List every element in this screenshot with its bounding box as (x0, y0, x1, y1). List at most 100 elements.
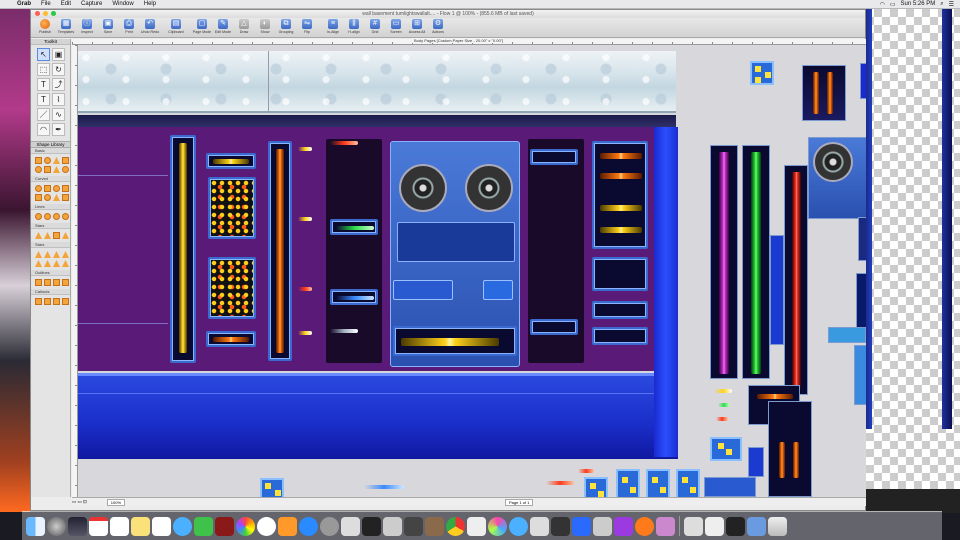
yellow-chip-sprite[interactable] (616, 469, 640, 497)
square-shape-icon[interactable] (35, 194, 42, 201)
panel-sprite[interactable] (858, 217, 866, 261)
inspect-button[interactable]: ⓘ Inspect (77, 19, 97, 37)
star-shape-icon[interactable] (62, 232, 69, 239)
drawing-canvas[interactable] (78, 45, 866, 497)
dictionary-icon[interactable] (593, 516, 612, 536)
orange-tube-sprite[interactable] (768, 401, 812, 497)
menu-app-name[interactable]: Grab (12, 1, 36, 7)
yellow-chip-sprite[interactable] (710, 437, 742, 461)
itunes-icon[interactable] (257, 516, 276, 536)
preview2-icon[interactable] (705, 516, 724, 536)
menu-file[interactable]: File (36, 1, 56, 7)
yellow-chip-sprite[interactable] (260, 478, 284, 497)
circle-shape-icon[interactable] (44, 157, 51, 164)
yellow-chip-sprite[interactable] (646, 469, 670, 497)
undo-redo-button[interactable]: ↶ Undo Redo (140, 19, 160, 37)
star-shape-icon[interactable] (44, 260, 51, 267)
circle-shape-icon[interactable] (62, 166, 69, 173)
bezier-tool-icon[interactable]: ∿ (52, 108, 65, 121)
publish-button[interactable]: Publish (35, 19, 55, 37)
safari-icon[interactable] (509, 516, 528, 536)
triangle-shape-icon[interactable] (53, 166, 60, 173)
star-shape-icon[interactable] (62, 260, 69, 267)
red-light-sprite[interactable] (784, 165, 808, 395)
text-tool-icon[interactable]: T (37, 78, 50, 91)
zoom-window-icon[interactable] (51, 11, 56, 16)
path-tool-icon[interactable]: ⌇ (52, 93, 65, 106)
star-shape-icon[interactable] (44, 251, 51, 258)
clipboard-button[interactable]: ▤ Clipboard (166, 19, 186, 37)
image-capture-icon[interactable] (425, 516, 444, 536)
page-indicator[interactable]: Page 1 of 1 (505, 498, 534, 506)
menu-edit[interactable]: Edit (56, 1, 76, 7)
line-tool-icon[interactable]: ／ (37, 108, 50, 121)
triangle-shape-icon[interactable] (53, 157, 60, 164)
star-shape-icon[interactable] (35, 232, 42, 239)
print-button[interactable]: ⎙ Print (119, 19, 139, 37)
yellow-chip-sprite[interactable] (584, 477, 608, 497)
messages-icon[interactable] (173, 516, 192, 536)
close-window-icon[interactable] (35, 11, 40, 16)
blender-icon[interactable] (635, 516, 654, 536)
square-shape-icon[interactable] (62, 185, 69, 192)
stamp-tool-icon[interactable]: ▣ (52, 48, 65, 61)
affinity-icon[interactable] (614, 516, 633, 536)
square-shape-icon[interactable] (35, 157, 42, 164)
templates-button[interactable]: ▦ Templates (56, 19, 76, 37)
panel-sprite[interactable] (856, 273, 866, 333)
mission-control-icon[interactable] (68, 516, 87, 536)
stickies-icon[interactable] (131, 516, 150, 536)
arc-tool-icon[interactable]: ◠ (37, 123, 50, 136)
menu-help[interactable]: Help (139, 1, 161, 7)
callout-shape-icon[interactable] (53, 298, 60, 305)
star-shape-icon[interactable] (35, 251, 42, 258)
view-mode-icon[interactable]: ▭ ▭ ⊡ (72, 499, 87, 505)
grouping-button[interactable]: ⧉ Grouping (276, 19, 296, 37)
draw-button[interactable]: △ Draw (234, 19, 254, 37)
panel-sprite[interactable] (748, 447, 764, 477)
access-all-button[interactable]: ⊞ Access All (407, 19, 427, 37)
yellow-chip-sprite[interactable] (676, 469, 700, 497)
square-shape-icon[interactable] (44, 166, 51, 173)
outline-shape-icon[interactable] (35, 279, 42, 286)
meter-sprite[interactable] (828, 327, 866, 343)
in-align-button[interactable]: ≡ In-Align (323, 19, 343, 37)
hue-icon[interactable] (488, 516, 507, 536)
yellow-chip-sprite[interactable] (750, 61, 774, 85)
star-shape-icon[interactable] (62, 251, 69, 258)
pen-tool-icon[interactable]: ✒ (52, 123, 65, 136)
text-box-tool-icon[interactable]: T (37, 93, 50, 106)
minimize-window-icon[interactable] (43, 11, 48, 16)
purple-light-sprite[interactable] (710, 145, 738, 379)
arc-shape-icon[interactable] (62, 213, 69, 220)
rotate-tool-icon[interactable]: ↻ (52, 63, 65, 76)
star-shape-icon[interactable] (53, 251, 60, 258)
finalcut-icon[interactable] (383, 516, 402, 536)
ibooks-icon[interactable] (278, 516, 297, 536)
circle-shape-icon[interactable] (35, 166, 42, 173)
notes-icon[interactable] (110, 516, 129, 536)
circle-shape-icon[interactable] (44, 194, 51, 201)
square-shape-icon[interactable] (44, 185, 51, 192)
notification-center-icon[interactable]: ☰ (949, 1, 954, 8)
facetime-icon[interactable] (194, 516, 213, 536)
star-shape-icon[interactable] (35, 260, 42, 267)
clapper-icon[interactable] (656, 516, 675, 536)
arc-shape-icon[interactable] (35, 213, 42, 220)
show-button[interactable]: ◐ Show (255, 19, 275, 37)
panel-sprite[interactable] (854, 345, 866, 405)
save-button[interactable]: ▣ Save (98, 19, 118, 37)
menu-capture[interactable]: Capture (76, 1, 107, 7)
menu-window[interactable]: Window (107, 1, 138, 7)
triangle-shape-icon[interactable] (53, 194, 60, 201)
arc-shape-icon[interactable] (53, 213, 60, 220)
flowchart-icon[interactable] (467, 516, 486, 536)
panel-sprite[interactable] (860, 63, 866, 99)
terminal-icon[interactable] (726, 516, 745, 536)
outline-shape-icon[interactable] (44, 279, 51, 286)
flip-button[interactable]: ⇋ Flip (297, 19, 317, 37)
finder-icon[interactable] (26, 516, 45, 536)
wifi-icon[interactable]: ◠ (880, 1, 885, 8)
app-store-icon[interactable] (299, 516, 318, 536)
square-shape-icon[interactable] (53, 232, 60, 239)
